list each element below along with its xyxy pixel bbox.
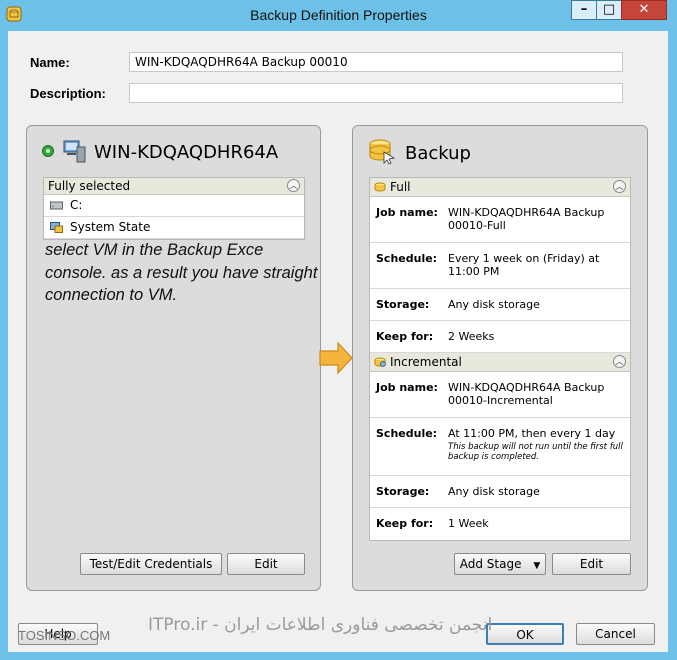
add-stage-label: Add Stage [459, 557, 522, 571]
row-label: Storage: [376, 298, 430, 311]
dropdown-arrow-icon: ▼ [533, 561, 541, 571]
list-item[interactable]: System State [44, 217, 304, 239]
watermark-site: TOSINSO.COM [18, 628, 111, 643]
dialog-window: Backup Definition Properties – □ ✕ Name:… [0, 0, 677, 660]
selection-list: Fully selected ︿ C: System State [43, 177, 305, 240]
stage-row-storage: Storage: Any disk storage [370, 476, 630, 508]
stage-header-incremental[interactable]: Incremental ︿ [370, 353, 630, 372]
row-label: Job name: [376, 206, 438, 219]
description-input[interactable] [129, 83, 623, 103]
stage-name: Incremental [390, 355, 462, 369]
stage-row-keep: Keep for: 2 Weeks [370, 321, 630, 353]
collapse-icon[interactable]: ︿ [613, 180, 626, 193]
name-input[interactable] [129, 52, 623, 72]
row-value: 1 Week [448, 517, 489, 530]
row-value: WIN-KDQAQDHR64A Backup 00010-Incremental [448, 381, 605, 407]
stage-list: Full ︿ Job name: WIN-KDQAQDHR64A Backup … [369, 177, 631, 541]
selection-header-label: Fully selected [48, 179, 131, 193]
stage-header-full[interactable]: Full ︿ [370, 178, 630, 197]
server-icon [63, 140, 86, 163]
stage-row-storage: Storage: Any disk storage [370, 289, 630, 321]
backup-panel: Backup Full ︿ Job name: WIN-KDQAQDHR64A … [352, 125, 648, 591]
row-value-group: At 11:00 PM, then every 1 day This backu… [448, 427, 626, 462]
stage-row-job: Job name: WIN-KDQAQDHR64A Backup 00010-I… [370, 372, 630, 418]
drive-icon [50, 201, 63, 210]
row-value: 2 Weeks [448, 330, 495, 343]
arrow-right-icon [319, 341, 353, 375]
stage-row-job: Job name: WIN-KDQAQDHR64A Backup 00010-F… [370, 197, 630, 243]
schedule-note: This backup will not run until the first… [448, 442, 623, 462]
list-item-label: C: [70, 198, 83, 212]
maximize-button[interactable]: □ [596, 0, 622, 20]
row-label: Keep for: [376, 330, 434, 343]
row-value: WIN-KDQAQDHR64A Backup 00010-Full [448, 206, 605, 232]
add-stage-button[interactable]: Add Stage ▼ [454, 553, 546, 575]
list-item-label: System State [70, 220, 151, 234]
stage-name: Full [390, 180, 411, 194]
cancel-button[interactable]: Cancel [576, 623, 655, 645]
full-stage-icon [374, 182, 386, 192]
source-panel: WIN-KDQAQDHR64A Fully selected ︿ C: Syst… [26, 125, 321, 591]
collapse-icon[interactable]: ︿ [287, 179, 300, 192]
dialog-client-area: Name: Description: WIN-KDQAQDHR64A Fully… [8, 31, 668, 652]
test-edit-credentials-button[interactable]: Test/Edit Credentials [80, 553, 222, 575]
collapse-icon[interactable]: ︿ [613, 355, 626, 368]
row-label: Schedule: [376, 427, 438, 440]
annotation-text: select VM in the Backup Exce console. as… [45, 241, 318, 304]
minimize-button[interactable]: – [571, 0, 597, 20]
close-button[interactable]: ✕ [621, 0, 667, 20]
source-edit-button[interactable]: Edit [227, 553, 305, 575]
stage-row-keep: Keep for: 1 Week [370, 508, 630, 539]
ok-button[interactable]: OK [486, 623, 564, 645]
row-label: Keep for: [376, 517, 434, 530]
row-value: Any disk storage [448, 485, 540, 498]
system-state-icon [50, 222, 63, 233]
row-value: Any disk storage [448, 298, 540, 311]
stage-row-schedule: Schedule: Every 1 week on (Friday) at 11… [370, 243, 630, 289]
backup-title: Backup [405, 143, 471, 164]
title-bar: Backup Definition Properties – □ ✕ [0, 0, 677, 30]
list-item[interactable]: C: [44, 195, 304, 217]
row-value: Every 1 week on (Friday) at 11:00 PM [448, 252, 600, 278]
incremental-stage-icon [374, 357, 386, 367]
watermark-text: ITPro.ir - انجمن تخصصی فناوری اطلاعات ای… [148, 615, 493, 635]
stage-row-schedule: Schedule: At 11:00 PM, then every 1 day … [370, 418, 630, 476]
backup-icon [369, 139, 396, 165]
name-label: Name: [30, 55, 70, 70]
backup-edit-button[interactable]: Edit [552, 553, 631, 575]
source-title: WIN-KDQAQDHR64A [94, 142, 279, 163]
row-value: At 11:00 PM, then every 1 day [448, 427, 616, 440]
selection-header: Fully selected ︿ [44, 178, 304, 195]
status-ok-icon [42, 145, 54, 157]
row-label: Job name: [376, 381, 438, 394]
description-label: Description: [30, 86, 106, 101]
row-label: Storage: [376, 485, 430, 498]
row-label: Schedule: [376, 252, 438, 265]
